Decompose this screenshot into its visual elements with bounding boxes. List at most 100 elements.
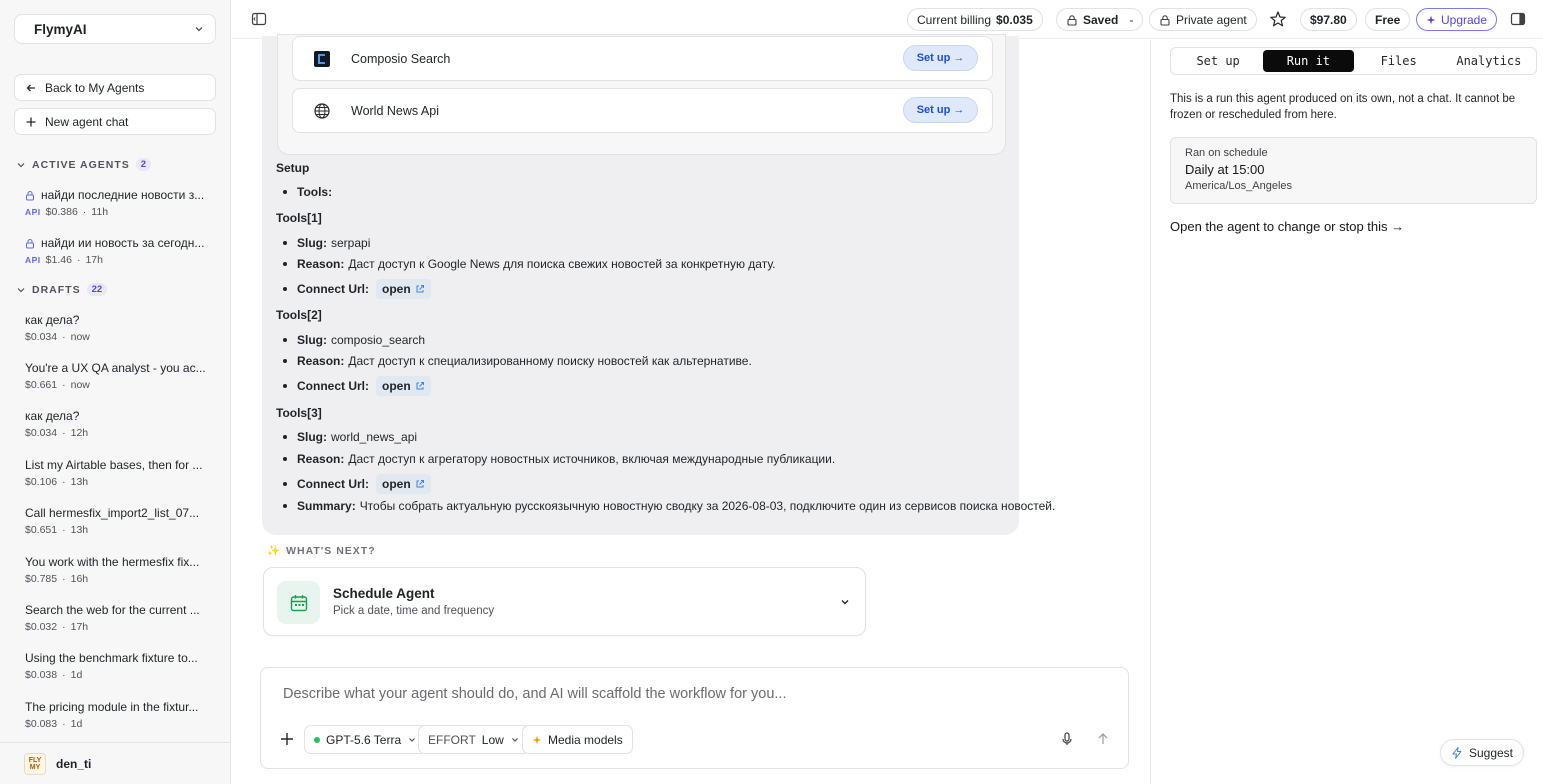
- active-agent-item[interactable]: найди последние новости з... API $0.386 · 1…: [25, 188, 211, 218]
- reason-line: Reason: Даст доступ к Google News для пои…: [283, 257, 775, 271]
- assistant-message: Composio Search Set up → World News Api S…: [262, 34, 1055, 535]
- draft-item[interactable]: Call hermesfix_import2_list_07... $0.651 ·…: [25, 506, 211, 536]
- chevron-down-icon[interactable]: [839, 596, 851, 608]
- private-agent-pill[interactable]: Private agent: [1149, 8, 1257, 31]
- reason-label: Reason:: [297, 257, 345, 271]
- reason-value: Даст доступ к агрегатору новостных источ…: [348, 452, 836, 466]
- open-link[interactable]: open: [376, 279, 431, 299]
- billing-value: $0.035: [996, 12, 1033, 27]
- draft-item[interactable]: как дела? $0.034 · 12h: [25, 409, 211, 439]
- slug-label: Slug:: [297, 236, 327, 250]
- tool-section-heading: Tools[3]: [276, 406, 322, 420]
- run-note: This is a run this agent produced on its…: [1170, 93, 1516, 121]
- tab-set-up[interactable]: Set up: [1173, 50, 1263, 72]
- item-cost: $0.034: [25, 331, 58, 343]
- active-agent-item[interactable]: найди ии новость за сегодн... API $1.46 · 1…: [25, 236, 211, 266]
- connect-label: Connect Url:: [297, 282, 369, 296]
- active-agents-header[interactable]: ACTIVE AGENTS 2: [16, 158, 152, 171]
- tab-analytics[interactable]: Analytics: [1444, 50, 1534, 72]
- balance-pill: $97.80: [1300, 8, 1357, 31]
- plus-icon[interactable]: [279, 731, 295, 747]
- tab-files[interactable]: Files: [1354, 50, 1444, 72]
- item-cost: $1.46: [45, 254, 72, 266]
- item-cost: $0.032: [25, 621, 58, 633]
- upgrade-button[interactable]: Upgrade: [1416, 8, 1498, 31]
- draft-item[interactable]: The pricing module in the fixtur... $0.08…: [25, 700, 211, 730]
- schedule-agent-card[interactable]: Schedule Agent Pick a date, time and fre…: [263, 567, 866, 636]
- draft-item[interactable]: List my Airtable bases, then for ... $0.1…: [25, 458, 211, 488]
- drafts-header[interactable]: DRAFTS 22: [16, 283, 108, 296]
- workspace-switcher[interactable]: FlymyAI: [14, 14, 216, 44]
- lightning-icon: [1452, 746, 1462, 759]
- chevron-down-icon: [409, 737, 416, 742]
- saved-label: Saved: [1083, 12, 1119, 27]
- send-arrow-icon[interactable]: [1095, 731, 1111, 747]
- slug-label: Slug:: [297, 333, 327, 347]
- item-cost: $0.083: [25, 718, 58, 730]
- slug-value: composio_search: [331, 333, 426, 347]
- setup-heading: Setup: [276, 161, 310, 175]
- reason-line: Reason: Даст доступ к специализированному…: [283, 354, 752, 368]
- arrow-right-icon: →: [953, 104, 965, 116]
- panel-toggle-icon[interactable]: [1510, 11, 1526, 27]
- item-title: Using the benchmark fixture to...: [25, 651, 198, 665]
- setup-button[interactable]: Set up →: [903, 45, 978, 71]
- media-label: Media models: [548, 732, 623, 747]
- open-link[interactable]: open: [376, 474, 431, 494]
- tool-section-heading: Tools[1]: [276, 211, 322, 225]
- item-title: Search the web for the current ...: [25, 603, 200, 617]
- sparkle-icon: [532, 735, 542, 744]
- chevron-down-icon: [511, 737, 518, 742]
- item-time: 12h: [70, 427, 89, 439]
- chevron-down-icon: [17, 287, 25, 292]
- tool-section-heading: Tools[2]: [276, 308, 322, 322]
- draft-item[interactable]: You work with the hermesfix fix... $0.785…: [25, 555, 211, 585]
- back-to-agents-button[interactable]: Back to My Agents: [14, 74, 216, 101]
- drafts-count: 22: [86, 283, 108, 296]
- item-cost: $0.038: [25, 669, 58, 681]
- open-link[interactable]: open: [376, 376, 431, 396]
- open-label: open: [382, 477, 411, 491]
- chat-area: Composio Search Set up → World News Api S…: [238, 34, 1151, 784]
- effort-select[interactable]: EFFORT Low: [418, 725, 530, 754]
- api-badge: API: [25, 207, 41, 217]
- draft-item[interactable]: Search the web for the current ... $0.032…: [25, 603, 211, 633]
- connect-line: Connect Url: open: [283, 474, 431, 494]
- tab-run-it[interactable]: Run it: [1263, 50, 1354, 72]
- item-title: как дела?: [25, 313, 80, 327]
- summary-line: Summary: Чтобы собрать актуальную русскоя…: [283, 499, 1055, 513]
- tool-row-world-news-api: World News Api Set up →: [292, 88, 993, 133]
- item-time: 17h: [70, 621, 89, 633]
- suggest-button[interactable]: Suggest: [1440, 739, 1524, 766]
- setup-button[interactable]: Set up →: [903, 97, 978, 123]
- plan-label: Free: [1375, 12, 1401, 27]
- composer: Describe what your agent should do, and …: [260, 667, 1129, 769]
- item-time: now: [70, 379, 90, 391]
- setup-label: Set up: [916, 52, 951, 64]
- model-select[interactable]: GPT-5.6 Terra: [304, 725, 428, 754]
- lock-icon: [26, 238, 34, 248]
- connect-label: Connect Url:: [297, 477, 369, 491]
- chevron-down-icon: [17, 162, 25, 167]
- star-icon[interactable]: [1269, 10, 1287, 28]
- media-models-button[interactable]: Media models: [522, 725, 633, 754]
- saved-pill[interactable]: Saved -: [1056, 8, 1144, 31]
- open-agent-link[interactable]: Open the agent to change or stop this →: [1170, 219, 1404, 234]
- tool-row-composio-search: Composio Search Set up →: [292, 36, 993, 81]
- slug-line: Slug: world_news_api: [283, 430, 417, 444]
- draft-item[interactable]: You're a UX QA analyst - you ac... $0.661…: [25, 361, 211, 391]
- suggest-label: Suggest: [1468, 745, 1514, 760]
- user-profile[interactable]: FLY MY den_ti: [0, 742, 231, 784]
- effort-label: EFFORT: [428, 732, 476, 747]
- open-label: open: [382, 282, 411, 296]
- back-label: Back to My Agents: [45, 80, 145, 95]
- microphone-icon[interactable]: [1059, 731, 1075, 747]
- chevron-down-icon: [195, 27, 203, 32]
- prompt-input[interactable]: Describe what your agent should do, and …: [283, 686, 786, 702]
- sidebar-toggle-icon[interactable]: [251, 11, 267, 27]
- item-time: 13h: [70, 476, 89, 488]
- new-agent-chat-button[interactable]: New agent chat: [14, 108, 216, 135]
- draft-item[interactable]: как дела? $0.034 · now: [25, 313, 211, 343]
- whats-next-heading: ✨ WHAT'S NEXT?: [267, 544, 376, 558]
- draft-item[interactable]: Using the benchmark fixture to... $0.038 ·…: [25, 651, 211, 681]
